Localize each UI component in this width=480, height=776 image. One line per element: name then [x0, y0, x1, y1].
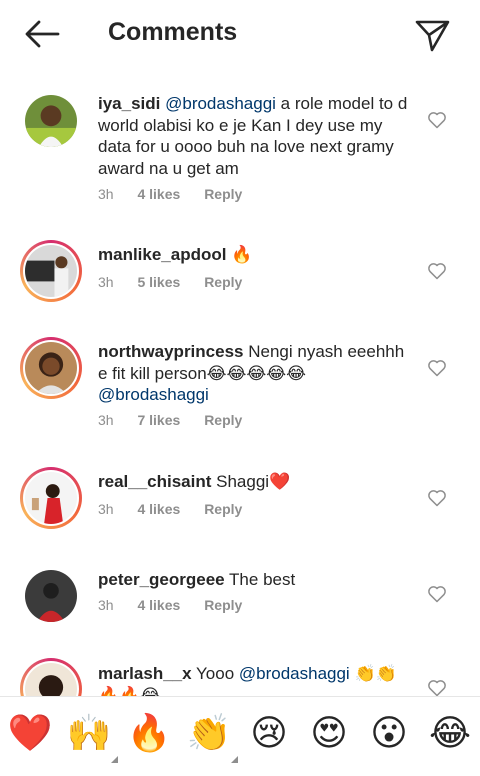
comment-text: northwayprincess Nengi nyash eeehhh e fi…	[98, 341, 416, 406]
comment-time: 3h	[98, 597, 114, 613]
avatar[interactable]	[20, 337, 82, 399]
comment-meta: 3h 4 likes Reply	[98, 186, 262, 202]
comment-body: Yooo	[196, 664, 239, 683]
comment-mention[interactable]: @brodashaggi	[165, 94, 276, 113]
clapping-hands-emoji-button[interactable]: 👏	[186, 711, 238, 763]
surprised-face-emoji-button[interactable]: 😮	[366, 711, 412, 757]
comment-body: The best	[229, 570, 296, 589]
comment-text: peter_georgeee The best	[98, 569, 416, 591]
comment-text: manlike_apdool 🔥	[98, 244, 416, 266]
avatar[interactable]	[20, 240, 82, 302]
comment-likes[interactable]: 7 likes	[137, 412, 180, 428]
heart-outline-icon[interactable]	[427, 261, 447, 281]
comments-list[interactable]: iya_sidi @brodashaggi a role model to d …	[0, 68, 480, 696]
reply-button[interactable]: Reply	[204, 186, 242, 202]
back-button[interactable]	[20, 16, 64, 52]
heart-outline-icon[interactable]	[427, 678, 447, 696]
comment-time: 3h	[98, 274, 114, 290]
comment-meta: 3h 5 likes Reply	[98, 274, 262, 290]
comment-meta: 3h 4 likes Reply	[98, 597, 262, 613]
comment-body: Shaggi❤️	[216, 472, 291, 491]
reply-button[interactable]: Reply	[204, 274, 242, 290]
heart-outline-icon[interactable]	[427, 584, 447, 604]
heart-outline-icon[interactable]	[427, 358, 447, 378]
comment-username[interactable]: iya_sidi	[98, 94, 160, 113]
emoji-reaction-bar: ❤️ 🙌 🔥 👏 😢 😍 😮 😂	[0, 696, 480, 776]
clapping-hands-emoji: 👏	[186, 713, 232, 754]
red-heart-emoji-button[interactable]: ❤️	[7, 711, 53, 757]
heart-eyes-emoji-button[interactable]: 😍	[306, 711, 352, 757]
comment-mention[interactable]: @brodashaggi	[98, 385, 209, 404]
arrow-left-icon	[25, 20, 60, 48]
share-button[interactable]	[410, 14, 454, 54]
skin-tone-indicator	[111, 756, 118, 763]
laughing-face-emoji-button[interactable]: 😂	[427, 711, 473, 757]
heart-outline-icon[interactable]	[427, 488, 447, 508]
comment-time: 3h	[98, 412, 114, 428]
raising-hands-emoji-button[interactable]: 🙌	[66, 711, 118, 763]
raising-hands-emoji: 🙌	[66, 713, 112, 754]
comment-likes[interactable]: 4 likes	[137, 501, 180, 517]
reply-button[interactable]: Reply	[204, 501, 242, 517]
comment-username[interactable]: marlash__x	[98, 664, 192, 683]
comment-meta: 3h 4 likes Reply	[98, 501, 262, 517]
avatar[interactable]	[20, 90, 82, 152]
header: Comments	[0, 0, 480, 68]
comment-time: 3h	[98, 186, 114, 202]
skin-tone-indicator	[231, 756, 238, 763]
comment-text: iya_sidi @brodashaggi a role model to d …	[98, 93, 416, 179]
crying-face-emoji-button[interactable]: 😢	[246, 711, 292, 757]
comment-body: 🔥	[231, 245, 253, 264]
comment-text: real__chisaint Shaggi❤️	[98, 471, 416, 493]
avatar[interactable]	[20, 467, 82, 529]
fire-emoji-button[interactable]: 🔥	[126, 711, 172, 757]
comment-time: 3h	[98, 501, 114, 517]
comment-username[interactable]: manlike_apdool	[98, 245, 226, 264]
reply-button[interactable]: Reply	[204, 597, 242, 613]
avatar[interactable]	[20, 565, 82, 627]
heart-outline-icon[interactable]	[427, 110, 447, 130]
avatar[interactable]	[20, 658, 82, 696]
comment-meta: 3h 7 likes Reply	[98, 412, 262, 428]
comment-username[interactable]: peter_georgeee	[98, 570, 225, 589]
comment-username[interactable]: northwayprincess	[98, 342, 244, 361]
reply-button[interactable]: Reply	[204, 412, 242, 428]
comment-username[interactable]: real__chisaint	[98, 472, 211, 491]
comment-mention[interactable]: @brodashaggi	[239, 664, 350, 683]
comment-likes[interactable]: 4 likes	[137, 186, 180, 202]
comment-likes[interactable]: 5 likes	[137, 274, 180, 290]
comment-text: marlash__x Yooo @brodashaggi 👏👏🔥🔥😂	[98, 663, 416, 696]
page-title: Comments	[108, 18, 238, 46]
paper-plane-icon	[415, 20, 450, 52]
comment-likes[interactable]: 4 likes	[137, 597, 180, 613]
